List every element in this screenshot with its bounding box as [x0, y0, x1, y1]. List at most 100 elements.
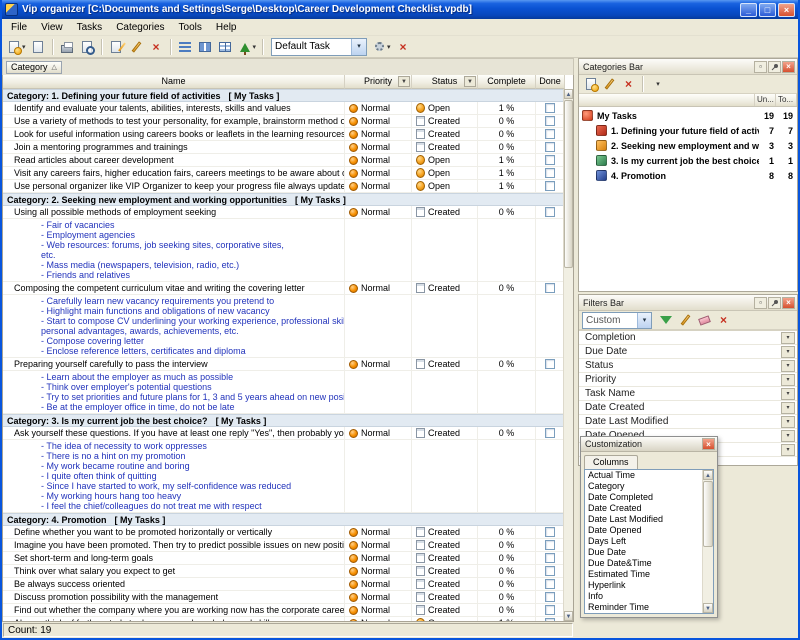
- filter-row-due-date[interactable]: Due Date▾: [579, 345, 797, 359]
- filter-preset-combo[interactable]: Custom ▾: [582, 312, 652, 329]
- print-button[interactable]: [58, 37, 77, 56]
- category-row[interactable]: Category: 4. Promotion[ My Tasks ]: [3, 513, 573, 526]
- group-by-category-button[interactable]: Category △: [6, 61, 62, 74]
- scroll-down-arrow[interactable]: ▼: [703, 603, 713, 613]
- customization-window[interactable]: Customization × Columns Actual TimeCateg…: [580, 436, 718, 618]
- filter-dropdown-arrow[interactable]: ▾: [781, 444, 795, 456]
- category-row[interactable]: Category: 3. Is my current job the best …: [3, 414, 573, 427]
- filter-row-date-last-modified[interactable]: Date Last Modified▾: [579, 415, 797, 429]
- menu-view[interactable]: View: [34, 21, 70, 34]
- priority-filter-button[interactable]: ▼: [398, 76, 410, 87]
- task-row[interactable]: Use a variety of methods to test your pe…: [3, 115, 573, 128]
- filter-row-date-created[interactable]: Date Created▾: [579, 401, 797, 415]
- done-checkbox[interactable]: [545, 605, 555, 615]
- done-checkbox[interactable]: [545, 579, 555, 589]
- task-row[interactable]: Define whether you want to be promoted h…: [3, 526, 573, 539]
- menu-file[interactable]: File: [4, 21, 34, 34]
- view-details-button[interactable]: [216, 37, 235, 56]
- clear-selection-button[interactable]: [394, 37, 413, 56]
- new-note-button[interactable]: [29, 37, 48, 56]
- status-filter-button[interactable]: ▼: [464, 76, 476, 87]
- scrollbar-thumb[interactable]: [564, 100, 573, 268]
- filter-dropdown-arrow[interactable]: ▾: [781, 388, 795, 400]
- task-row[interactable]: Join a mentoring programmes and training…: [3, 141, 573, 154]
- filter-row-status[interactable]: Status▾: [579, 359, 797, 373]
- done-checkbox[interactable]: [545, 142, 555, 152]
- task-row[interactable]: Set short-term and long-term goalsNormal…: [3, 552, 573, 565]
- column-header-name[interactable]: Name: [3, 75, 345, 89]
- task-type-combo[interactable]: Default Task▾: [271, 38, 367, 56]
- task-row[interactable]: Ask yourself these questions. If you hav…: [3, 427, 573, 440]
- done-checkbox[interactable]: [545, 283, 555, 293]
- maximize-button[interactable]: □: [759, 3, 776, 17]
- filter-dropdown-arrow[interactable]: ▾: [781, 332, 795, 344]
- tree-item-category-2[interactable]: 2. Seeking new employment and working o3…: [579, 138, 797, 153]
- add-category-button[interactable]: [582, 76, 599, 93]
- category-row[interactable]: Category: 2. Seeking new employment and …: [3, 193, 573, 206]
- done-checkbox[interactable]: [545, 359, 555, 369]
- edit-category-button[interactable]: [601, 76, 618, 93]
- task-row[interactable]: Preparing yourself carefully to pass the…: [3, 358, 573, 371]
- column-option[interactable]: Due Date&Time: [585, 558, 701, 569]
- category-options-button[interactable]: ▾: [649, 76, 666, 93]
- task-row[interactable]: Discuss promotion possibility with the m…: [3, 591, 573, 604]
- task-types-button[interactable]: ▾: [371, 37, 393, 56]
- done-checkbox[interactable]: [545, 527, 555, 537]
- view-columns-button[interactable]: [196, 37, 215, 56]
- column-header-complete[interactable]: Complete: [478, 75, 536, 89]
- scroll-up-arrow[interactable]: ▲: [703, 470, 713, 480]
- done-checkbox[interactable]: [545, 181, 555, 191]
- filter-row-completion[interactable]: Completion▾: [579, 331, 797, 345]
- column-option[interactable]: Hyperlink: [585, 580, 701, 591]
- column-header-priority[interactable]: Priority ▼: [345, 75, 412, 89]
- tree-item-category-3[interactable]: 3. Is my current job the best choice?11: [579, 153, 797, 168]
- close-button[interactable]: ×: [778, 3, 795, 17]
- combo-dropdown-arrow[interactable]: ▾: [351, 39, 366, 55]
- combo-dropdown-arrow[interactable]: ▾: [637, 313, 651, 328]
- column-option[interactable]: Date Completed: [585, 492, 701, 503]
- filters-float-button[interactable]: ▫: [754, 297, 767, 309]
- menu-categories[interactable]: Categories: [109, 21, 171, 34]
- column-option[interactable]: Actual Time: [585, 470, 701, 481]
- grid-vertical-scrollbar[interactable]: ▲ ▼: [563, 89, 573, 621]
- delete-task-button[interactable]: [147, 37, 166, 56]
- done-checkbox[interactable]: [545, 592, 555, 602]
- categories-close-button[interactable]: ×: [782, 61, 795, 73]
- column-option[interactable]: Category: [585, 481, 701, 492]
- view-list-button[interactable]: [176, 37, 195, 56]
- scroll-up-arrow[interactable]: ▲: [564, 89, 573, 99]
- done-checkbox[interactable]: [545, 428, 555, 438]
- task-row[interactable]: Imagine you have been promoted. Then try…: [3, 539, 573, 552]
- done-checkbox[interactable]: [545, 540, 555, 550]
- edit-button[interactable]: [127, 37, 146, 56]
- edit-task-button[interactable]: [107, 37, 126, 56]
- clear-filter-button[interactable]: [696, 312, 713, 329]
- menu-tasks[interactable]: Tasks: [70, 21, 110, 34]
- task-row[interactable]: Always think of further study to deepen …: [3, 617, 573, 621]
- tree-item-my-tasks[interactable]: My Tasks1919: [579, 108, 797, 123]
- tab-columns[interactable]: Columns: [584, 455, 638, 469]
- categories-bar-header[interactable]: Categories Bar ▫ ×: [579, 59, 797, 75]
- apply-filter-button[interactable]: [657, 312, 675, 329]
- task-row[interactable]: Identify and evaluate your talents, abil…: [3, 102, 573, 115]
- titlebar[interactable]: Vip organizer [C:\Documents and Settings…: [2, 0, 798, 19]
- menu-tools[interactable]: Tools: [172, 21, 209, 34]
- column-option[interactable]: Estimated Time: [585, 569, 701, 580]
- task-row[interactable]: Visit any careers fairs, higher educatio…: [3, 167, 573, 180]
- menu-help[interactable]: Help: [209, 21, 244, 34]
- filter-row-task-name[interactable]: Task Name▾: [579, 387, 797, 401]
- filter-dropdown-arrow[interactable]: ▾: [781, 416, 795, 428]
- filter-dropdown-arrow[interactable]: ▾: [781, 402, 795, 414]
- column-option[interactable]: Due Date: [585, 547, 701, 558]
- done-checkbox[interactable]: [545, 129, 555, 139]
- columns-list-scrollbar[interactable]: ▲ ▼: [702, 470, 713, 613]
- task-row[interactable]: Use personal organizer like VIP Organize…: [3, 180, 573, 193]
- filters-pin-button[interactable]: [768, 297, 781, 309]
- customization-titlebar[interactable]: Customization ×: [581, 437, 717, 452]
- scrollbar-thumb[interactable]: [703, 481, 713, 547]
- customization-close-button[interactable]: ×: [702, 438, 715, 450]
- task-row[interactable]: Read articles about career developmentNo…: [3, 154, 573, 167]
- filters-close-button[interactable]: ×: [782, 297, 795, 309]
- done-checkbox[interactable]: [545, 168, 555, 178]
- task-row[interactable]: Composing the competent curriculum vitae…: [3, 282, 573, 295]
